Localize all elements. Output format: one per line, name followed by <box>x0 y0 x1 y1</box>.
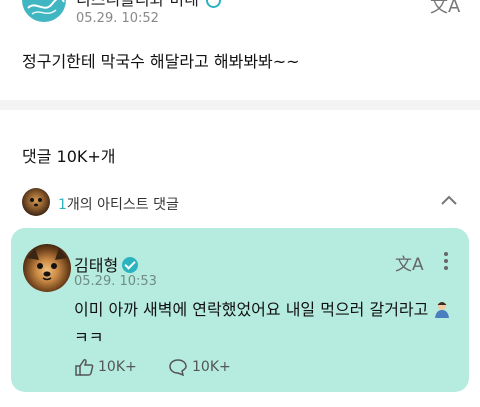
post-header: 디즈니플리와 미네 05.29. 10:52 文A <box>0 0 480 40</box>
translate-icon[interactable]: 文A <box>430 0 460 18</box>
post-body: 정구기한테 막국수 해달라고 해봐봐봐~~ <box>22 52 300 71</box>
person-emoji-icon <box>435 302 450 318</box>
like-count: 10K+ <box>98 359 137 375</box>
comment-suffix: ㅋㅋ <box>74 328 104 347</box>
verified-icon <box>122 257 139 273</box>
comment-text: 이미 아까 새벽에 연락했었어요 내일 먹으러 갈거라고 <box>74 300 429 319</box>
artist-comments-label: 1개의 아티스트 댓글 <box>58 194 179 214</box>
commenter-avatar[interactable] <box>23 244 71 292</box>
artist-comment-count: 1 <box>58 197 67 213</box>
post-author-name[interactable]: 디즈니플리와 미네 <box>76 0 221 10</box>
author-name-text: 디즈니플리와 미네 <box>76 0 199 9</box>
verified-icon <box>205 0 221 8</box>
reply-icon <box>169 359 187 376</box>
comment-timestamp: 05.29. 10:53 <box>74 274 157 289</box>
artist-comment-suffix: 개의 아티스트 댓글 <box>66 197 179 213</box>
reply-count: 10K+ <box>192 359 231 375</box>
comments-count: 댓글 10K+개 <box>22 147 116 166</box>
author-avatar[interactable] <box>22 0 66 22</box>
commenter-name-text: 김태형 <box>74 256 119 275</box>
chevron-up-icon[interactable] <box>438 190 460 212</box>
comment-body: 이미 아까 새벽에 연락했었어요 내일 먹으러 갈거라고 ㅋㅋ <box>74 296 454 352</box>
commenter-name[interactable]: 김태형 <box>74 252 139 276</box>
artist-avatar-small <box>22 188 50 216</box>
comment-actions: 10K+ 10K+ <box>74 356 374 378</box>
artist-comment-card: 김태형 05.29. 10:53 文A 이미 아까 새벽에 연락했었어요 내일 … <box>11 228 469 392</box>
artist-comments-toggle[interactable]: 1개의 아티스트 댓글 <box>0 186 480 220</box>
section-divider <box>0 100 480 110</box>
more-vertical-icon[interactable] <box>441 250 451 272</box>
post-timestamp: 05.29. 10:52 <box>76 11 159 26</box>
translate-icon[interactable]: 文A <box>395 250 424 275</box>
like-icon <box>75 359 94 376</box>
